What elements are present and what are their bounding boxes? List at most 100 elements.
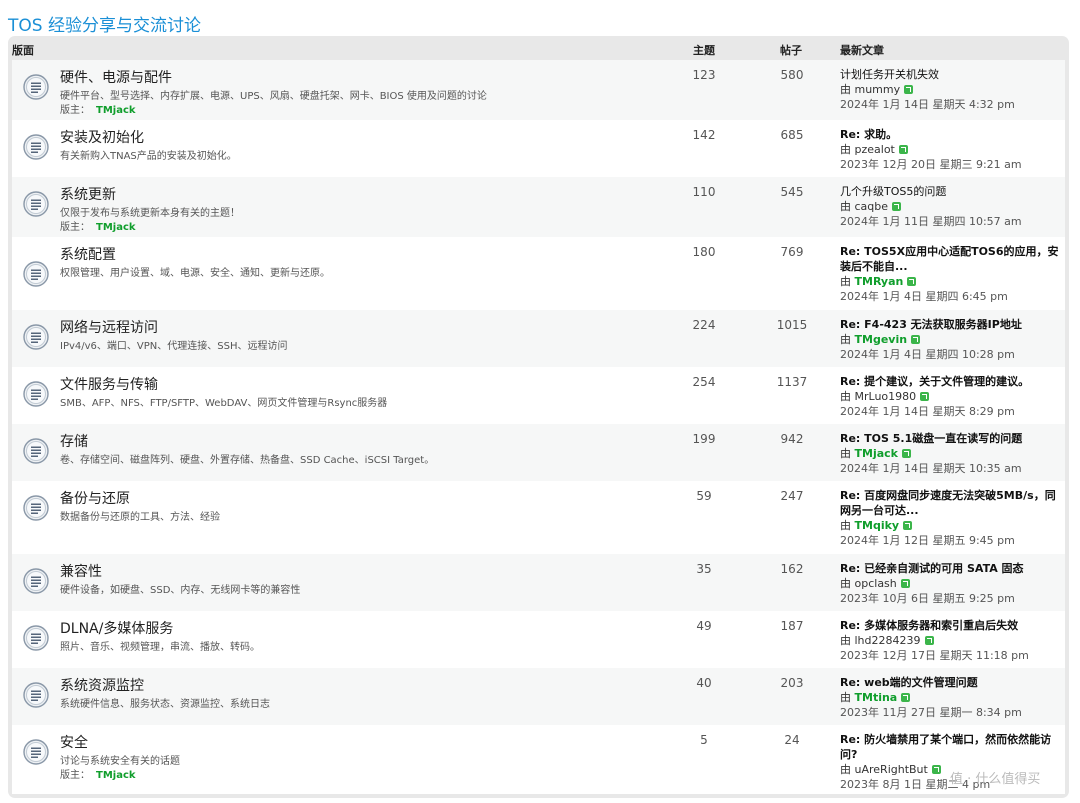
forum-description: 硬件平台、型号选择、内存扩展、电源、UPS、风扇、硬盘托架、网卡、BIOS 使用… — [60, 91, 487, 102]
goto-last-post-icon[interactable] — [892, 202, 902, 211]
forum-posts-count: 24 — [784, 733, 800, 747]
last-post-title-link[interactable]: Re: TOS5X应用中心适配TOS6的应用，安装后不能自... — [840, 244, 1066, 274]
forum-description: 讨论与系统安全有关的话题 — [60, 756, 180, 767]
goto-last-post-icon[interactable] — [901, 693, 911, 702]
moderator-link[interactable]: TMjack — [96, 105, 136, 116]
forum-title-link[interactable]: DLNA/多媒体服务 — [60, 618, 173, 638]
forum-description: 仅限于发布与系统更新本身有关的主题！ — [60, 208, 240, 219]
forum-read-icon — [23, 381, 49, 407]
last-post-title-link[interactable]: Re: 提个建议，关于文件管理的建议。 — [840, 374, 1066, 389]
goto-last-post-icon[interactable] — [924, 636, 934, 645]
last-post-user-link[interactable]: TMjack — [855, 447, 898, 460]
last-post-title-link[interactable]: Re: 已经亲自测试的可用 SATA 固态 — [840, 561, 1066, 576]
forum-title-link[interactable]: 网络与远程访问 — [60, 317, 158, 337]
last-post-user-link[interactable]: TMqiky — [855, 519, 900, 532]
forum-posts-count: 1137 — [776, 375, 808, 389]
goto-last-post-icon[interactable] — [900, 579, 910, 588]
last-post-author: 由 TMtina — [840, 690, 1066, 705]
forum-description: 卷、存储空间、磁盘阵列、硬盘、外置存储、热备盘、SSD Cache、iSCSI … — [60, 455, 435, 466]
header-topics: 主题 — [693, 44, 715, 57]
forum-topics-count: 199 — [692, 432, 716, 446]
last-post-user-link[interactable]: TMRyan — [855, 275, 904, 288]
forum-title-link[interactable]: 硬件、电源与配件 — [60, 67, 172, 87]
forum-list-header: 版面 主题 帖子 最新文章 — [8, 36, 1069, 60]
last-post-user-link[interactable]: mummy — [855, 83, 901, 96]
forum-title-link[interactable]: 备份与还原 — [60, 488, 130, 508]
forum-list-panel: 版面 主题 帖子 最新文章 硬件、电源与配件硬件平台、型号选择、内存扩展、电源、… — [8, 36, 1069, 798]
last-post-user-link[interactable]: MrLuo1980 — [855, 390, 917, 403]
moderator-link[interactable]: TMjack — [96, 770, 136, 781]
last-post-title-link[interactable]: Re: 百度网盘同步速度无法突破5MB/s，同网另一台可达... — [840, 488, 1066, 518]
moderator-label: 版主： — [60, 105, 90, 116]
forum-topics-count: 35 — [696, 562, 712, 576]
forum-row: 备份与还原 数据备份与还原的工具、方法、经验 59 247 Re: 百度网盘同步速度无法… — [12, 481, 1065, 554]
last-post-user-link[interactable]: lhd2284239 — [855, 634, 921, 647]
by-label: 由 — [840, 691, 851, 704]
forum-row: 系统更新 仅限于发布与系统更新本身有关的主题！ 版主： TMjack 110 545 几个升… — [12, 177, 1065, 237]
last-post-title-link[interactable]: 计划任务开关机失效 — [840, 67, 1066, 82]
last-post-title-link[interactable]: Re: F4-423 无法获取服务器IP地址 — [840, 317, 1066, 332]
last-post-title-link[interactable]: Re: TOS 5.1磁盘一直在读写的问题 — [840, 431, 1066, 446]
forum-read-icon — [23, 74, 49, 100]
last-post-user-link[interactable]: uAreRightBut — [855, 763, 928, 776]
forum-topics-count: 40 — [696, 676, 712, 690]
forum-title-link[interactable]: 存储 — [60, 431, 88, 451]
last-post-title-link[interactable]: Re: 防火墙禁用了某个端口，然而依然能访问? — [840, 732, 1066, 762]
moderator-link[interactable]: TMjack — [96, 222, 136, 233]
forum-title-link[interactable]: 系统资源监控 — [60, 675, 144, 695]
page-title[interactable]: TOS 经验分享与交流讨论 — [8, 11, 201, 36]
forum-read-icon — [23, 191, 49, 217]
forum-topics-count: 5 — [700, 733, 708, 747]
last-post-author: 由 TMqiky — [840, 518, 1066, 533]
goto-last-post-icon[interactable] — [931, 765, 941, 774]
forum-title-link[interactable]: 安装及初始化 — [60, 127, 144, 147]
forum-moderator: 版主： TMjack — [60, 766, 136, 781]
goto-last-post-icon[interactable] — [911, 335, 921, 344]
last-post-user-link[interactable]: caqbe — [855, 200, 889, 213]
forum-title-link[interactable]: 安全 — [60, 732, 88, 752]
last-post-title-link[interactable]: Re: 多媒体服务器和索引重启后失效 — [840, 618, 1066, 633]
forum-title-link[interactable]: 兼容性 — [60, 561, 102, 581]
forum-posts-count: 1015 — [776, 318, 808, 332]
last-post-date: 2024年 1月 4日 星期四 6:45 pm — [840, 290, 1008, 303]
last-post-user-link[interactable]: TMgevin — [855, 333, 908, 346]
forum-description: SMB、AFP、NFS、FTP/SFTP、WebDAV、网页文件管理与Rsync… — [60, 398, 388, 409]
forum-topics-count: 254 — [692, 375, 716, 389]
last-post-author: 由 pzealot — [840, 142, 1066, 157]
last-post: Re: 百度网盘同步速度无法突破5MB/s，同网另一台可达... 由 TMqiky… — [840, 488, 1066, 548]
last-post-date: 2023年 12月 20日 星期三 9:21 am — [840, 158, 1022, 171]
goto-last-post-icon[interactable] — [903, 521, 913, 530]
forum-posts-count: 685 — [780, 128, 804, 142]
last-post-user-link[interactable]: TMtina — [855, 691, 898, 704]
last-post-author: 由 TMgevin — [840, 332, 1066, 347]
last-post-date: 2024年 1月 14日 星期天 8:29 pm — [840, 405, 1015, 418]
last-post-title-link[interactable]: Re: web端的文件管理问题 — [840, 675, 1066, 690]
last-post-author: 由 MrLuo1980 — [840, 389, 1066, 404]
forum-posts-count: 203 — [780, 676, 804, 690]
forum-read-icon — [23, 324, 49, 350]
forum-title-link[interactable]: 系统配置 — [60, 244, 116, 264]
forum-read-icon — [23, 568, 49, 594]
by-label: 由 — [840, 333, 851, 346]
forum-title-link[interactable]: 系统更新 — [60, 184, 116, 204]
forum-row: 存储卷、存储空间、磁盘阵列、硬盘、外置存储、热备盘、SSD Cache、iSCS… — [12, 424, 1065, 481]
forum-row: 兼容性 硬件设备，如硬盘、SSD、内存、无线网卡等的兼容性 35 162 Re: 已经亲… — [12, 554, 1065, 611]
by-label: 由 — [840, 763, 851, 776]
forum-topics-count: 49 — [696, 619, 712, 633]
forum-topics-count: 180 — [692, 245, 716, 259]
goto-last-post-icon[interactable] — [898, 145, 908, 154]
last-post-title-link[interactable]: 几个升级TOS5的问题 — [840, 184, 1066, 199]
last-post-user-link[interactable]: pzealot — [855, 143, 895, 156]
last-post-title-link[interactable]: Re: 求助。 — [840, 127, 1066, 142]
last-post-user-link[interactable]: opclash — [855, 577, 897, 590]
by-label: 由 — [840, 519, 851, 532]
goto-last-post-icon[interactable] — [904, 85, 914, 94]
forum-description: 有关新购入TNAS产品的安装及初始化。 — [60, 151, 237, 162]
goto-last-post-icon[interactable] — [907, 277, 917, 286]
goto-last-post-icon[interactable] — [920, 392, 930, 401]
forum-title-link[interactable]: 文件服务与传输 — [60, 374, 158, 394]
goto-last-post-icon[interactable] — [901, 449, 911, 458]
by-label: 由 — [840, 577, 851, 590]
forum-moderator: 版主： TMjack — [60, 101, 136, 116]
forum-description: 硬件设备，如硬盘、SSD、内存、无线网卡等的兼容性 — [60, 585, 301, 596]
